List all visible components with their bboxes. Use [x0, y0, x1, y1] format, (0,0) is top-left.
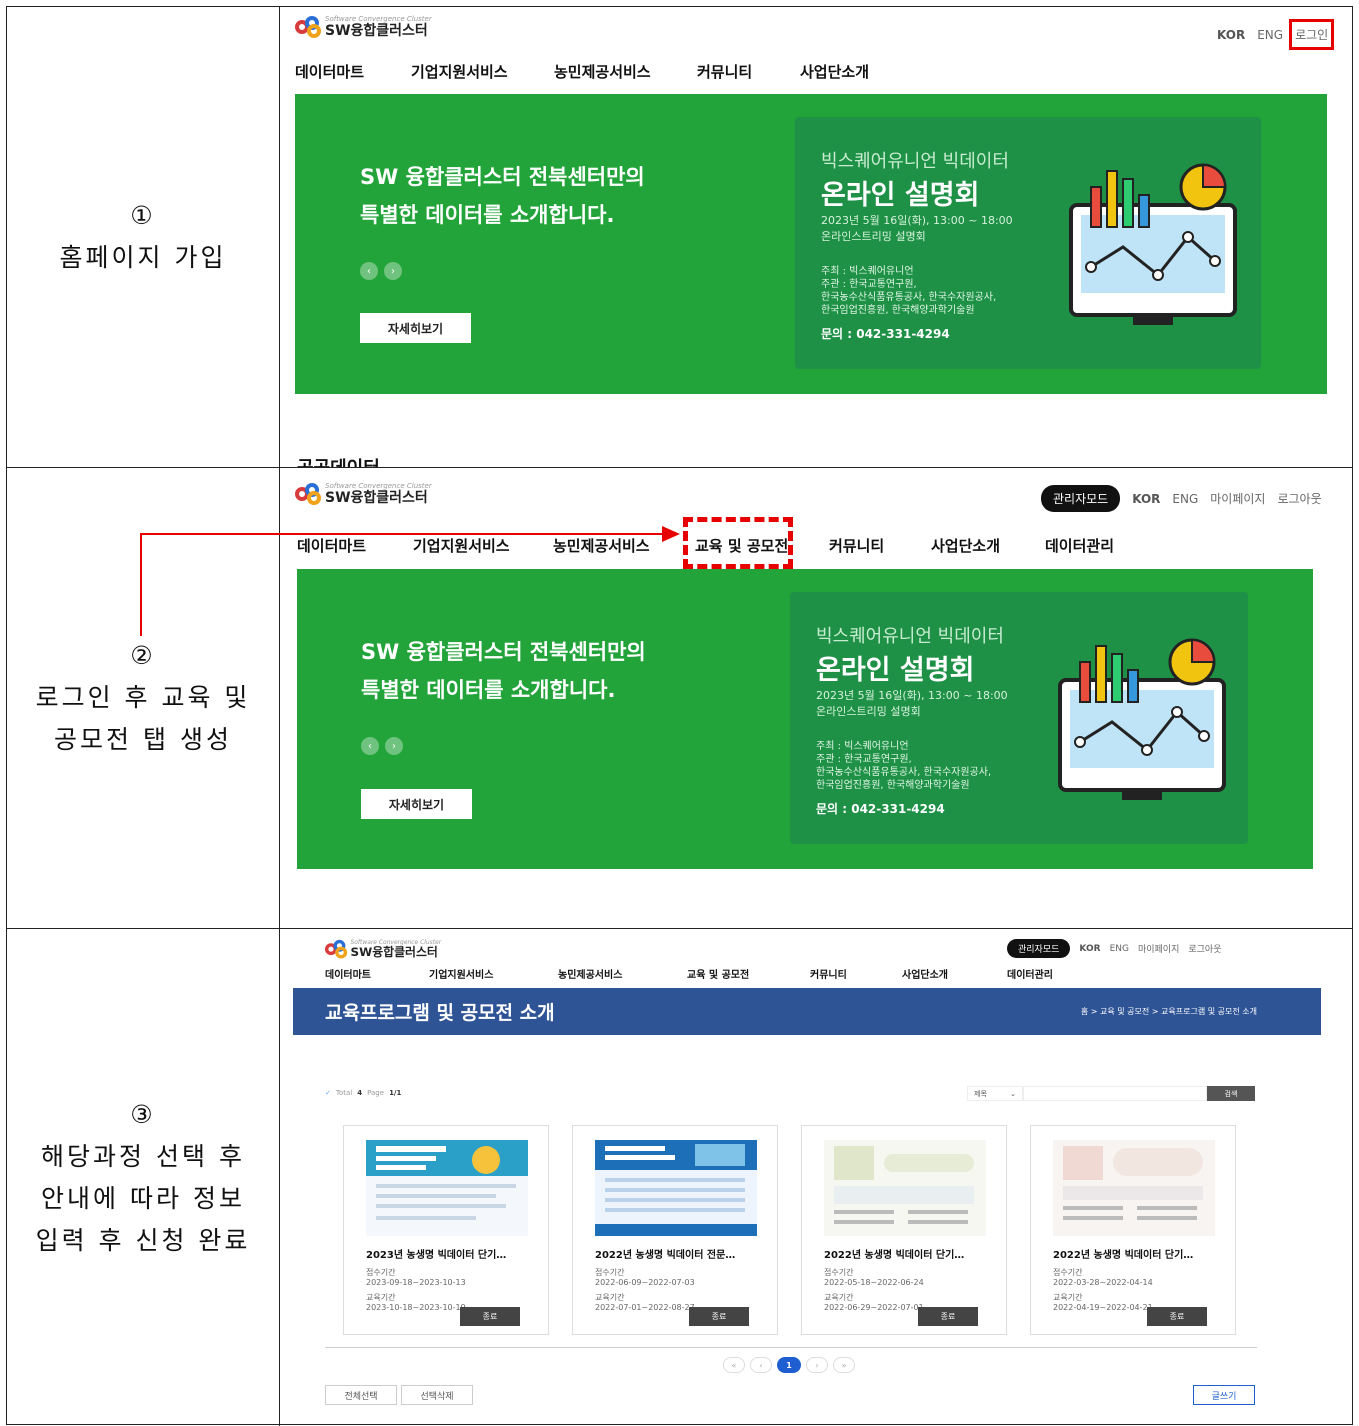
pointer-arrow-icon: [140, 526, 680, 636]
